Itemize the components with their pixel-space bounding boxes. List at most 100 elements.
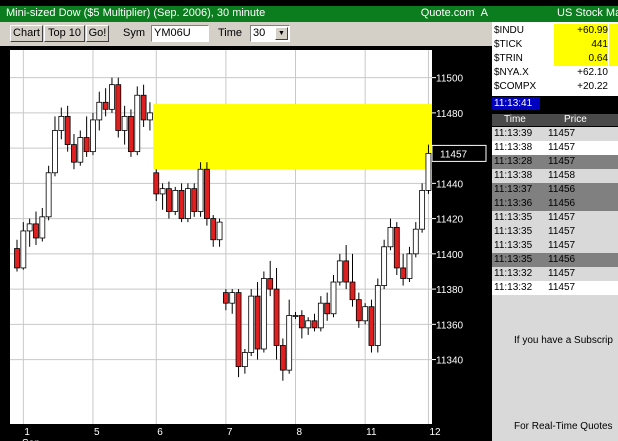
chevron-down-icon[interactable]: ▼ [275, 27, 288, 40]
chart-button[interactable]: Chart [10, 25, 43, 42]
candle-body [216, 221, 223, 241]
candle-body [425, 152, 432, 191]
top10-button[interactable]: Top 10 [44, 25, 85, 42]
market-row[interactable]: $INDU +60.99 [492, 24, 618, 38]
index-name: $TICK [494, 39, 523, 50]
trade-time: 11:13:32 [494, 282, 533, 293]
candle-body [305, 320, 312, 329]
candle-body [241, 352, 248, 368]
candle-body [355, 299, 362, 322]
candle-body [235, 292, 242, 368]
candle-body [20, 230, 27, 269]
trade-time: 11:13:37 [494, 184, 533, 195]
candle-body [292, 315, 299, 317]
time-sales-row: 11:13:35 11457 [492, 239, 618, 253]
time-sales-row: 11:13:28 11457 [492, 155, 618, 169]
candle-body [58, 115, 65, 131]
market-row[interactable]: $NYA.X +62.10 [492, 66, 618, 80]
candle-body [248, 295, 255, 353]
time-sales-header: Time Price [492, 114, 618, 126]
y-tick-label: 11340 [436, 356, 464, 367]
candle-body [159, 188, 166, 195]
candle-body [52, 130, 58, 174]
candle-body [109, 84, 115, 110]
candle-body [203, 168, 210, 219]
candle-body [140, 94, 147, 121]
subscription-text: If you have a Subscrip [514, 335, 613, 346]
y-tick-label: 11360 [436, 320, 464, 331]
trade-price: 11457 [548, 268, 576, 279]
time-sales-row: 11:13:37 11456 [492, 183, 618, 197]
index-value: +60.99 [554, 24, 608, 38]
market-row[interactable]: $COMPX +20.22 [492, 80, 618, 94]
candle-body [71, 144, 77, 163]
candle-body [273, 288, 280, 346]
candlestick [368, 299, 375, 353]
x-tick-label: 6 [157, 427, 163, 438]
clock: 11:13:41 [492, 97, 540, 110]
index-value: +62.10 [577, 67, 608, 78]
candle-body [26, 223, 33, 232]
candlestick [381, 239, 388, 290]
trade-price: 11458 [548, 170, 576, 181]
candle-body [406, 253, 413, 279]
highlight-marker [609, 52, 618, 66]
candle-body [134, 94, 141, 153]
candle-body [374, 285, 381, 346]
time-sales-row: 11:13:36 11456 [492, 197, 618, 211]
highlight-band [153, 104, 432, 170]
candle-body [33, 223, 39, 239]
candle-body [317, 302, 324, 329]
price-chart[interactable]: 1134011360113801140011420114401146011480… [0, 46, 492, 441]
trade-time: 11:13:35 [494, 226, 533, 237]
candle-body [336, 260, 343, 283]
candle-body [362, 306, 369, 322]
candlestick [362, 303, 369, 325]
candle-body [279, 345, 286, 371]
candle-body [90, 119, 96, 153]
candle-body [222, 292, 229, 304]
trade-price: 11456 [548, 184, 576, 195]
candlestick [203, 162, 210, 226]
candlestick [374, 278, 381, 353]
market-row[interactable]: $TICK 441 [492, 38, 618, 52]
y-tick-label: 11380 [436, 285, 464, 296]
trade-time: 11:13:28 [494, 156, 533, 167]
candlestick [115, 77, 122, 138]
x-tick-label: 8 [297, 427, 303, 438]
candle-body [191, 188, 198, 212]
time-sales-row: 11:13:32 11457 [492, 267, 618, 281]
price-column-header: Price [564, 114, 587, 125]
candlestick [128, 109, 134, 157]
trade-price: 11457 [548, 226, 576, 237]
time-interval-select[interactable]: 30 ▼ [250, 25, 290, 42]
candle-body [400, 267, 407, 279]
go-button[interactable]: Go! [86, 25, 109, 42]
candle-body [387, 227, 394, 248]
candle-body [298, 315, 305, 329]
candle-body [330, 281, 337, 315]
highlight-marker [609, 38, 618, 52]
candle-body [128, 115, 134, 153]
time-sales-row: 11:13:35 11457 [492, 211, 618, 225]
time-column-header: Time [504, 114, 526, 125]
trade-time: 11:13:35 [494, 254, 533, 265]
chart-title-bar: Mini-sized Dow ($5 Multiplier) (Sep. 200… [0, 6, 492, 22]
candle-body [393, 227, 400, 269]
symbol-input[interactable]: YM06U [151, 25, 209, 42]
trade-time: 11:13:35 [494, 212, 533, 223]
trade-price: 11457 [548, 142, 576, 153]
index-name: $INDU [494, 25, 525, 36]
market-row[interactable]: $TRIN 0.64 [492, 52, 618, 66]
candle-body [45, 172, 52, 218]
candlestick [197, 162, 204, 217]
trade-price: 11457 [548, 128, 576, 139]
candle-body [324, 302, 331, 315]
market-indices-panel: $INDU +60.99 $TICK 441 $TRIN 0.64 $NYA.X +62.10… [492, 22, 618, 96]
x-tick-label: 5 [94, 427, 100, 438]
trade-price: 11457 [548, 240, 576, 251]
trade-time: 11:13:35 [494, 240, 533, 251]
candlestick [191, 183, 198, 217]
candlestick [172, 186, 179, 216]
trade-price: 11456 [548, 254, 576, 265]
